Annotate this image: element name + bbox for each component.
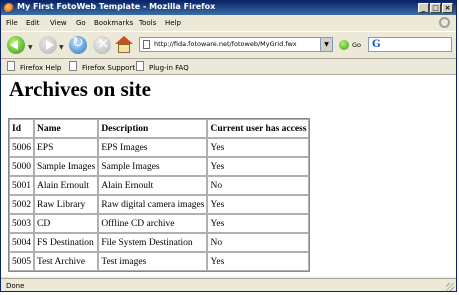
menu-bar: File Edit View Go Bookmarks Tools Help [1,16,456,30]
table-cell: 5001 [9,176,34,195]
column-header: Current user has access [207,119,310,138]
table-cell: Sample Images [98,157,208,176]
menu-tools[interactable]: Tools [139,19,156,27]
page-title: Archives on site [9,77,151,101]
table-header-row: Id Name Description Current user has acc… [9,119,310,138]
minimize-button[interactable]: _ [418,3,429,13]
table-row: 5006 EPS EPS Images Yes [9,138,310,157]
table-cell: Raw Library [34,195,99,214]
home-icon [115,36,133,44]
bookmark-plugin-faq[interactable]: Plug-in FAQ [136,61,189,72]
table-cell: FS Destination [34,233,99,252]
go-icon[interactable] [339,40,349,50]
navigation-toolbar: ▼ ▼ http://fida.fotoware.net/fotoweb/MyG… [1,31,456,59]
table-cell: Yes [207,195,310,214]
column-header: Name [34,119,99,138]
home-button[interactable] [115,36,133,54]
bookmark-firefox-support[interactable]: Firefox Support [69,61,135,72]
table-cell: Yes [207,138,310,157]
table-cell: Offline CD archive [98,214,208,233]
table-cell: 5005 [9,252,34,271]
back-history-dropdown[interactable]: ▼ [28,44,33,51]
table-cell: Test Archive [34,252,99,271]
table-row: 5004 FS Destination File System Destinat… [9,233,310,252]
table-cell: No [207,233,310,252]
status-bar: Done [1,278,456,291]
address-bar[interactable]: http://fida.fotoware.net/fotoweb/MyGrid.… [139,37,333,52]
bookmark-firefox-help[interactable]: Firefox Help [7,61,61,72]
bookmarks-toolbar: Firefox Help Firefox Support Plug-in FAQ [1,58,456,75]
page-icon [143,40,150,49]
go-button[interactable]: Go [352,41,361,49]
menu-go[interactable]: Go [76,19,86,27]
table-cell: Yes [207,214,310,233]
table-cell: CD [34,214,99,233]
window-title: My First FotoWeb Template - Mozilla Fire… [17,2,216,11]
archives-table: Id Name Description Current user has acc… [8,118,311,272]
back-button[interactable] [7,36,25,54]
menu-bookmarks[interactable]: Bookmarks [94,19,133,27]
bookmark-page-icon [136,61,144,71]
table-row: 5005 Test Archive Test images Yes [9,252,310,271]
table-cell: 5004 [9,233,34,252]
table-row: 5002 Raw Library Raw digital camera imag… [9,195,310,214]
menu-help[interactable]: Help [165,19,181,27]
table-cell: 5003 [9,214,34,233]
table-cell: Yes [207,252,310,271]
title-bar[interactable]: My First FotoWeb Template - Mozilla Fire… [1,1,456,15]
table-cell: EPS [34,138,99,157]
page-content: Archives on site Id Name Description Cur… [1,75,456,277]
forward-history-dropdown[interactable]: ▼ [59,44,64,51]
table-cell: 5002 [9,195,34,214]
google-icon[interactable]: G [372,39,381,50]
column-header: Id [9,119,34,138]
menu-view[interactable]: View [50,19,67,27]
forward-button[interactable] [39,36,57,54]
table-cell: No [207,176,310,195]
search-input[interactable]: G [368,37,452,52]
menu-file[interactable]: File [6,19,18,27]
close-button[interactable]: × [442,3,453,13]
table-cell: EPS Images [98,138,208,157]
throbber-icon [439,17,450,28]
table-cell: Sample Images [34,157,99,176]
table-cell: File System Destination [98,233,208,252]
address-dropdown[interactable]: ▼ [320,38,332,51]
bookmark-page-icon [69,61,77,71]
column-header: Description [98,119,208,138]
browser-window: My First FotoWeb Template - Mozilla Fire… [0,0,457,292]
menu-edit[interactable]: Edit [26,19,40,27]
bookmark-page-icon [7,61,15,71]
table-cell: Yes [207,157,310,176]
table-row: 5000 Sample Images Sample Images Yes [9,157,310,176]
table-cell: Alain Ernoult [34,176,99,195]
stop-button[interactable] [93,34,111,54]
table-cell: 5006 [9,138,34,157]
resize-grip[interactable] [446,283,454,291]
table-cell: Test images [98,252,208,271]
maximize-button[interactable]: □ [430,3,441,13]
firefox-icon [4,3,14,13]
reload-button[interactable] [69,35,87,54]
table-cell: 5000 [9,157,34,176]
table-cell: Raw digital camera images [98,195,208,214]
table-cell: Alain Ernoult [98,176,208,195]
status-text: Done [6,282,25,290]
table-row: 5001 Alain Ernoult Alain Ernoult No [9,176,310,195]
table-row: 5003 CD Offline CD archive Yes [9,214,310,233]
address-url[interactable]: http://fida.fotoware.net/fotoweb/MyGrid.… [154,40,297,48]
